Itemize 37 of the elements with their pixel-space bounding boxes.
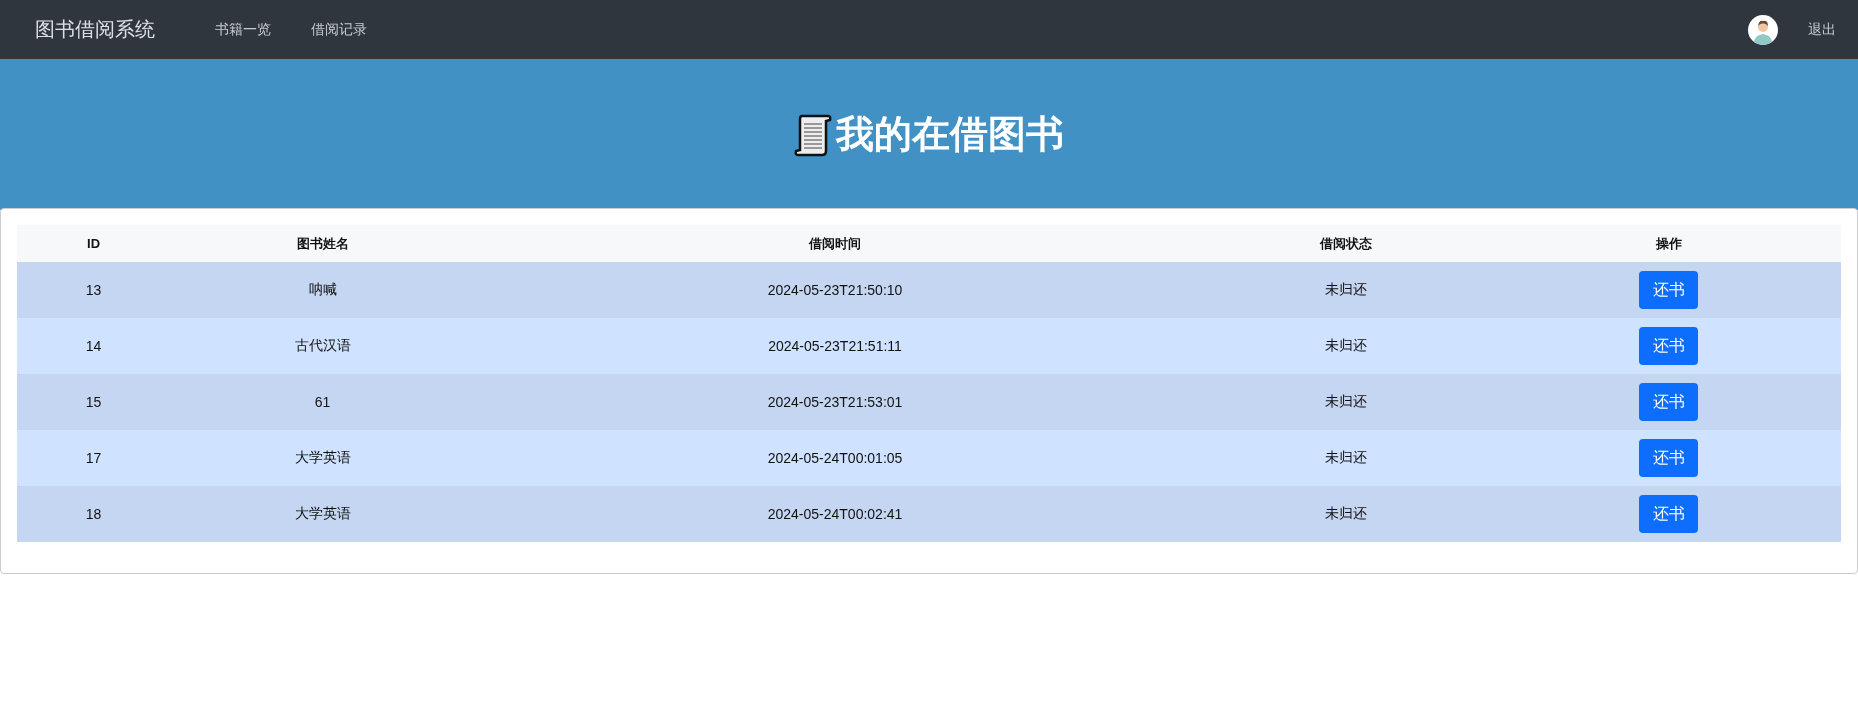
nav-link[interactable]: 书籍一览 (215, 20, 271, 39)
table-cell: 2024-05-24T00:02:41 (474, 486, 1196, 542)
table-cell: 未归还 (1195, 262, 1497, 318)
table-cell: 18 (17, 486, 171, 542)
table-cell: 2024-05-23T21:53:01 (474, 374, 1196, 430)
table-cell: 未归还 (1195, 374, 1497, 430)
return-button[interactable]: 还书 (1639, 383, 1699, 421)
table-cell: 呐喊 (170, 262, 475, 318)
table-cell: 2024-05-24T00:01:05 (474, 430, 1196, 486)
table-cell: 2024-05-23T21:50:10 (474, 262, 1196, 318)
column-header: 借阅时间 (474, 225, 1196, 262)
table-cell: 古代汉语 (170, 318, 475, 374)
table-cell: 大学英语 (170, 486, 475, 542)
table-cell: 未归还 (1195, 430, 1497, 486)
column-header: 操作 (1496, 225, 1841, 262)
column-header: 借阅状态 (1195, 225, 1497, 262)
return-button[interactable]: 还书 (1639, 495, 1699, 533)
table-cell: 未归还 (1195, 318, 1497, 374)
return-button[interactable]: 还书 (1639, 271, 1699, 309)
table-cell: 17 (17, 430, 171, 486)
scroll-icon (794, 112, 832, 157)
brand-name: 图书借阅系统 (35, 17, 155, 42)
table-cell: 2024-05-23T21:51:11 (474, 318, 1196, 374)
table-cell: 14 (17, 318, 171, 374)
table-cell: 61 (170, 374, 475, 430)
return-button[interactable]: 还书 (1639, 439, 1699, 477)
page-title: 我的在借图书 (836, 112, 1064, 157)
logout-link[interactable]: 退出 (1808, 20, 1836, 39)
table-cell: 大学英语 (170, 430, 475, 486)
nav-link[interactable]: 借阅记录 (311, 20, 367, 39)
table-cell: 15 (17, 374, 171, 430)
table-cell: 未归还 (1195, 486, 1497, 542)
avatar-icon[interactable] (1748, 14, 1778, 45)
table-cell: 13 (17, 262, 171, 318)
return-button[interactable]: 还书 (1639, 327, 1699, 365)
column-header: 图书姓名 (170, 225, 475, 262)
column-header: ID (17, 225, 171, 262)
